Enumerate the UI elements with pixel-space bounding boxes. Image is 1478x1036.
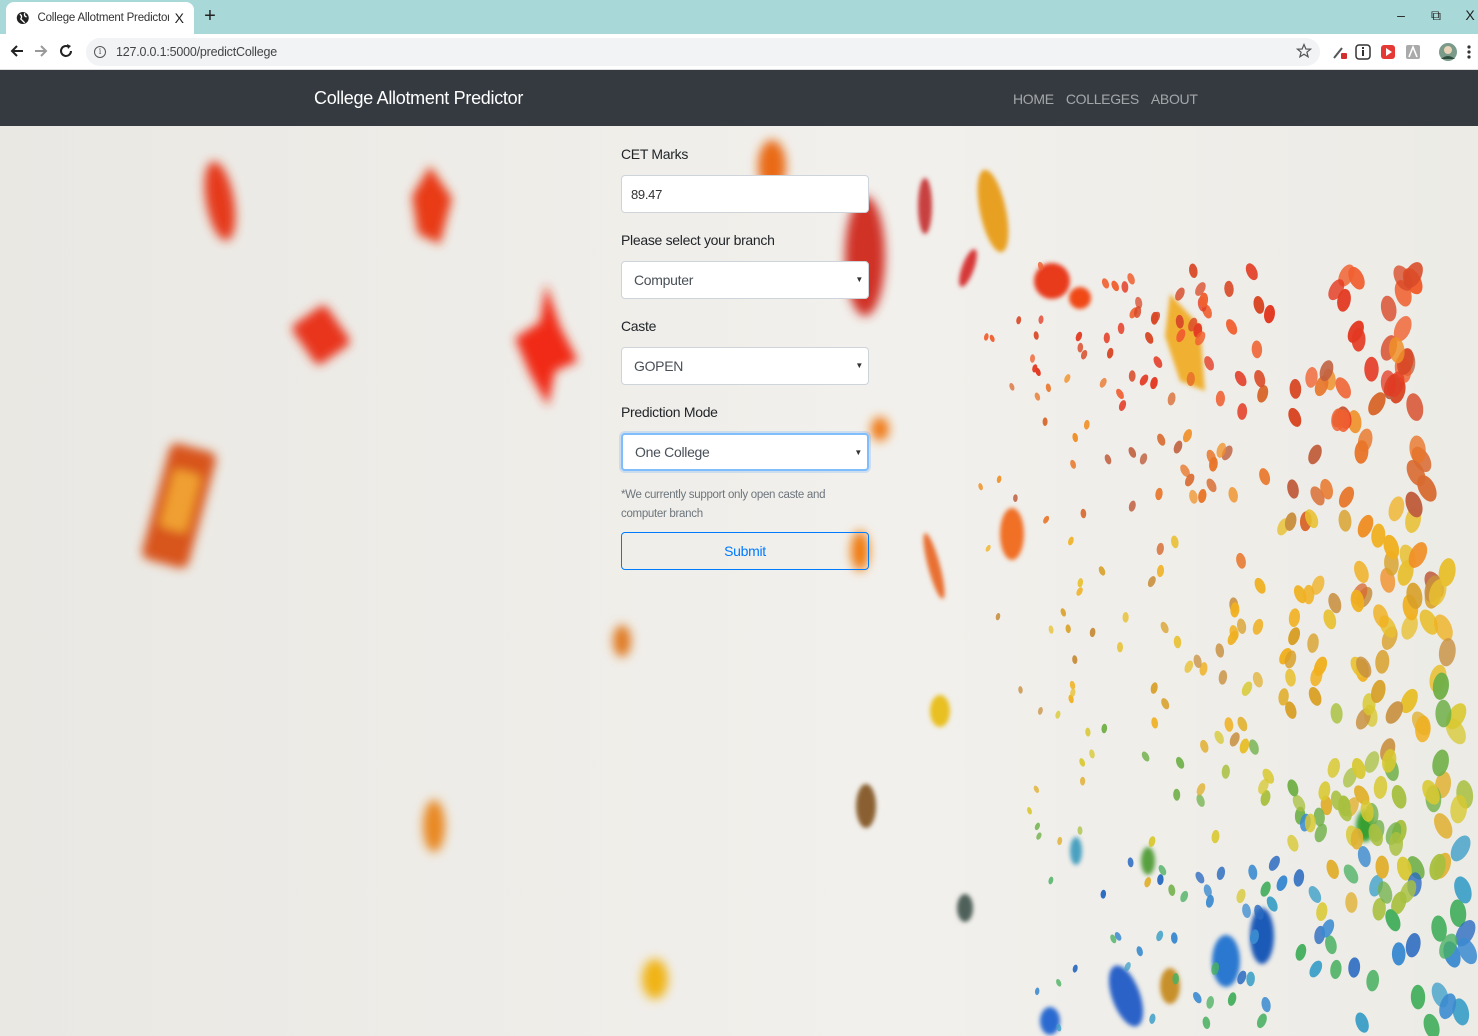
caste-select-value: GOPEN <box>634 358 684 374</box>
browser-menu-icon[interactable] <box>1464 42 1474 62</box>
pin-shape <box>1391 942 1406 966</box>
dropdown-caret-icon: ▼ <box>855 275 863 284</box>
submit-button[interactable]: Submit <box>621 532 869 570</box>
close-window-button[interactable]: X <box>1455 4 1478 26</box>
branch-label: Please select your branch <box>621 232 775 248</box>
forward-arrow-icon[interactable] <box>30 40 52 62</box>
pin-shape <box>1117 642 1123 653</box>
extension-pdf-icon[interactable] <box>1403 42 1423 62</box>
new-tab-button[interactable]: + <box>200 6 220 26</box>
restore-button[interactable]: ⧉ <box>1421 4 1451 26</box>
web-page: College Allotment Predictor HOME COLLEGE… <box>0 70 1478 1036</box>
cet-marks-value: 89.47 <box>631 186 663 202</box>
navbar: College Allotment Predictor HOME COLLEGE… <box>0 70 1478 126</box>
info-icon[interactable]: i <box>94 46 106 58</box>
cet-marks-label: CET Marks <box>621 146 689 162</box>
caste-select[interactable]: GOPEN ▼ <box>621 347 869 385</box>
browser-tab[interactable]: College Allotment Predictor usin X <box>6 2 194 34</box>
nav-link-home[interactable]: HOME <box>1013 91 1054 107</box>
minimize-button[interactable]: – <box>1386 4 1416 26</box>
globe-icon <box>16 12 29 24</box>
browser-toolbar: i 127.0.0.1:5000/predictCollege <box>0 34 1478 70</box>
back-arrow-icon[interactable] <box>6 40 28 62</box>
browser-tabstrip: College Allotment Predictor usin X + – ⧉… <box>0 0 1478 34</box>
extension-info-icon[interactable] <box>1353 42 1373 62</box>
nav-link-colleges[interactable]: COLLEGES <box>1066 91 1139 107</box>
url-text: 127.0.0.1:5000/predictCollege <box>116 45 277 59</box>
tab-close-icon[interactable]: X <box>175 11 184 25</box>
dropdown-caret-icon: ▼ <box>854 448 862 457</box>
tab-title: College Allotment Predictor usin <box>37 12 169 24</box>
cet-marks-input[interactable]: 89.47 <box>621 175 869 213</box>
address-bar[interactable]: i 127.0.0.1:5000/predictCollege <box>86 38 1320 66</box>
pin-shape <box>1364 356 1379 382</box>
nav-link-about[interactable]: ABOUT <box>1151 91 1198 107</box>
brand-title[interactable]: College Allotment Predictor <box>314 88 523 109</box>
prediction-mode-label: Prediction Mode <box>621 404 718 420</box>
caste-label: Caste <box>621 318 657 334</box>
prediction-mode-value: One College <box>635 444 710 460</box>
extension-eyedropper-icon[interactable] <box>1330 42 1350 62</box>
support-note: *We currently support only open caste an… <box>621 489 826 520</box>
branch-select[interactable]: Computer ▼ <box>621 261 869 299</box>
prediction-form: CET Marks 89.47 Please select your branc… <box>621 146 869 570</box>
branch-select-value: Computer <box>634 272 694 288</box>
reload-icon[interactable] <box>55 40 77 62</box>
dropdown-caret-icon: ▼ <box>855 361 863 370</box>
profile-avatar-icon[interactable] <box>1438 42 1458 62</box>
nav-links: HOME COLLEGES ABOUT <box>1013 91 1198 107</box>
bookmark-star-icon[interactable] <box>1296 43 1312 59</box>
prediction-mode-select[interactable]: One College ▼ <box>621 433 869 471</box>
extension-record-icon[interactable] <box>1378 42 1398 62</box>
